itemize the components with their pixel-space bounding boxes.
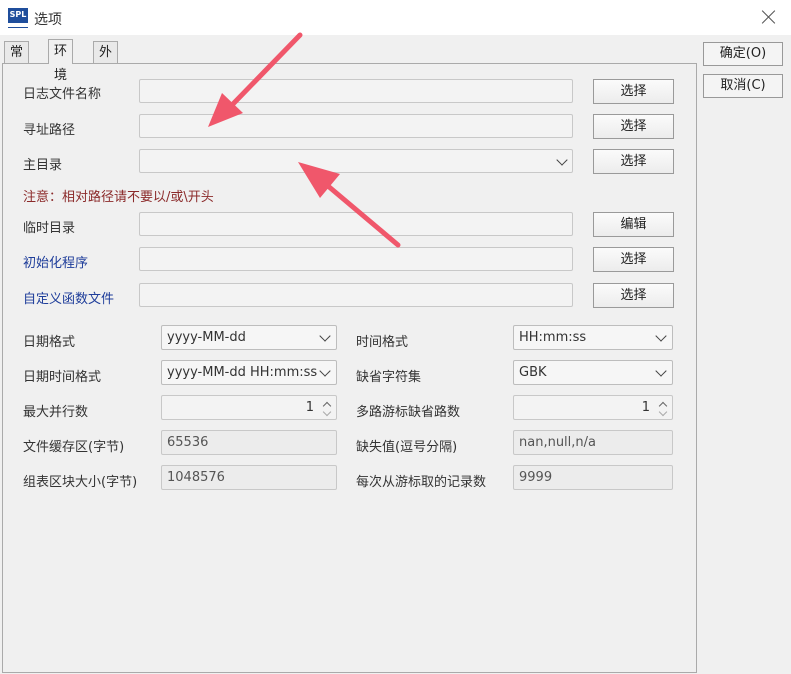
tab-environment[interactable]: 环境 (48, 39, 74, 83)
arrow-to-search-path (208, 32, 303, 127)
annotation-arrows (208, 32, 401, 248)
arrow-to-main-dir (298, 162, 401, 248)
